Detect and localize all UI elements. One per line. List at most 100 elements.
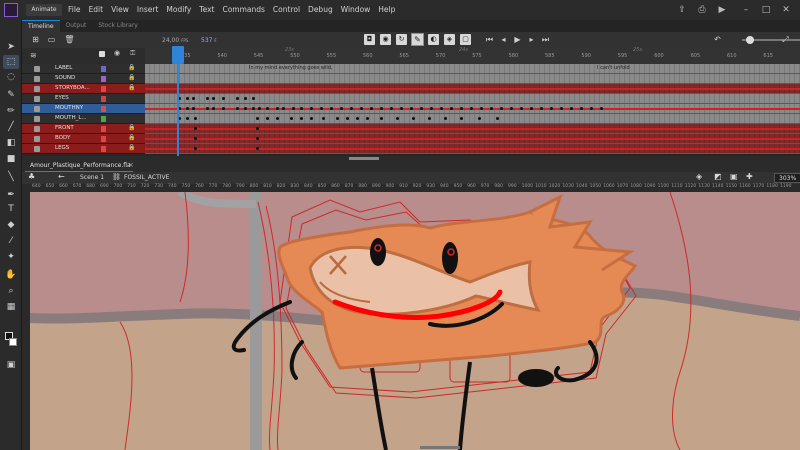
layer-label[interactable]: LABEL [55, 65, 72, 71]
keyframe[interactable] [256, 117, 259, 120]
loop-icon[interactable]: ↻ [396, 34, 407, 45]
keyframe[interactable] [236, 97, 239, 100]
keyframe[interactable] [194, 127, 197, 130]
keyframe[interactable] [336, 117, 339, 120]
pin-tool-icon[interactable]: ✦ [3, 250, 19, 264]
layer-row[interactable]: EYES [22, 94, 800, 104]
stage-scroll-thumb[interactable] [420, 446, 460, 449]
layer-row[interactable]: LABEL 🔒 In my mind everything goes wild, I … [22, 64, 800, 74]
keyframe[interactable] [266, 107, 269, 110]
keyframe[interactable] [320, 107, 323, 110]
scene-clubs-icon[interactable]: ♣ [28, 172, 35, 181]
keyframe[interactable] [340, 107, 343, 110]
menu-debug[interactable]: Debug [304, 0, 337, 20]
fps-value[interactable]: 24,00 FPS [162, 37, 188, 44]
menu-text[interactable]: Text [195, 0, 218, 20]
layer-frames[interactable] [145, 134, 800, 144]
menu-file[interactable]: File [64, 0, 85, 20]
layer-label[interactable]: MOUTHNY [55, 105, 83, 111]
prev-frame-icon[interactable]: ◂ [498, 34, 509, 45]
keyframe[interactable] [380, 117, 383, 120]
keyframe[interactable] [550, 107, 553, 110]
keyframe[interactable] [570, 107, 573, 110]
text-tool-icon[interactable]: T [3, 202, 19, 216]
keyframe[interactable] [276, 107, 279, 110]
lock-icon[interactable]: 🔒 [128, 144, 135, 151]
playhead[interactable] [177, 46, 179, 156]
tween-icon[interactable]: ◐ [428, 34, 439, 45]
free-transform-tool-icon[interactable]: ⬚ [3, 55, 19, 69]
keyframe[interactable] [194, 147, 197, 150]
maximize-button[interactable]: □ [760, 4, 772, 16]
keyframe[interactable] [370, 107, 373, 110]
layer-frames[interactable] [145, 104, 800, 114]
menu-window[interactable]: Window [337, 0, 375, 20]
keyframe[interactable] [212, 107, 215, 110]
keyframe[interactable] [212, 97, 215, 100]
keyframe[interactable] [590, 107, 593, 110]
keyframe[interactable] [400, 107, 403, 110]
zoom-tool-icon[interactable]: ⌕ [3, 284, 19, 298]
keyframe[interactable] [244, 97, 247, 100]
minimize-button[interactable]: – [740, 4, 752, 16]
layer-outline-color[interactable] [101, 146, 106, 152]
edit-scene-icon[interactable]: ▣ [730, 172, 738, 181]
keyframe[interactable] [192, 107, 195, 110]
keyframe[interactable] [252, 107, 255, 110]
fps-number[interactable]: 24,00 [162, 37, 179, 44]
keyframe[interactable] [470, 107, 473, 110]
layer-label[interactable]: FRONT [55, 125, 74, 131]
keyframe[interactable] [496, 117, 499, 120]
layer-outline-color[interactable] [101, 106, 106, 112]
timeline-zoom-knob[interactable] [746, 36, 754, 44]
layer-row[interactable]: FRONT 🔒 [22, 124, 800, 134]
keyframe[interactable] [206, 97, 209, 100]
fit-icon[interactable]: ⤢ [780, 34, 791, 45]
menu-edit[interactable]: Edit [85, 0, 108, 20]
keyframe[interactable] [410, 107, 413, 110]
tab-output[interactable]: Output [60, 20, 93, 32]
layer-row[interactable]: SOUND 🔒 [22, 74, 800, 84]
layer-label[interactable]: SOUND [55, 75, 75, 81]
layer-frames[interactable] [145, 144, 800, 154]
first-frame-icon[interactable]: ⏮ [484, 34, 495, 45]
keyframe[interactable] [356, 117, 359, 120]
menu-commands[interactable]: Commands [218, 0, 268, 20]
keyframe[interactable] [440, 107, 443, 110]
insert-keyframe-icon[interactable]: ◈ [444, 34, 455, 45]
lock-icon[interactable]: 🔒 [128, 134, 135, 141]
keyframe[interactable] [420, 107, 423, 110]
layer-name-cell[interactable]: STORYBOA... 🔒 [22, 84, 145, 94]
keyframe[interactable] [256, 137, 259, 140]
keyframe[interactable] [292, 107, 295, 110]
delete-layer-icon[interactable]: 🗑 [64, 34, 75, 45]
onion-skin-icon[interactable]: ◘ [364, 34, 375, 45]
menu-insert[interactable]: Insert [133, 0, 163, 20]
center-stage-icon[interactable]: ◈ [696, 172, 702, 181]
eyedropper-icon[interactable]: ⁄ [3, 234, 19, 248]
lock-icon[interactable]: ⚿ [130, 49, 135, 58]
camera-tool-icon[interactable]: ▦ [3, 300, 19, 314]
lasso-tool-icon[interactable]: ◌ [3, 70, 19, 84]
layer-name-cell[interactable]: FRONT 🔒 [22, 124, 145, 134]
layer-frames[interactable] [145, 74, 800, 84]
keyframe[interactable] [444, 117, 447, 120]
layer-name-cell[interactable]: LEGS 🔒 [22, 144, 145, 154]
layer-label[interactable]: BODY [55, 135, 70, 141]
center-frame-icon[interactable]: ◉ [380, 34, 391, 45]
keyframe[interactable] [520, 107, 523, 110]
keyframe[interactable] [222, 107, 225, 110]
keyframe[interactable] [600, 107, 603, 110]
breadcrumb-scene[interactable]: Scene 1 [80, 174, 104, 181]
keyframe[interactable] [330, 107, 333, 110]
eye-icon[interactable]: ◉ [114, 49, 120, 57]
breadcrumb-symbol[interactable]: FOSSIL_ACTIVE [124, 174, 169, 181]
keyframe[interactable] [500, 107, 503, 110]
layer-row[interactable]: MOUTHNY [22, 104, 800, 114]
lock-icon[interactable]: 🔒 [128, 84, 135, 91]
menu-help[interactable]: Help [374, 0, 399, 20]
keyframe[interactable] [450, 107, 453, 110]
paint-bucket-icon[interactable]: ◆ [3, 218, 19, 232]
stage-artwork[interactable] [30, 192, 800, 450]
layer-name-cell[interactable]: MOUTH_L... [22, 114, 145, 124]
